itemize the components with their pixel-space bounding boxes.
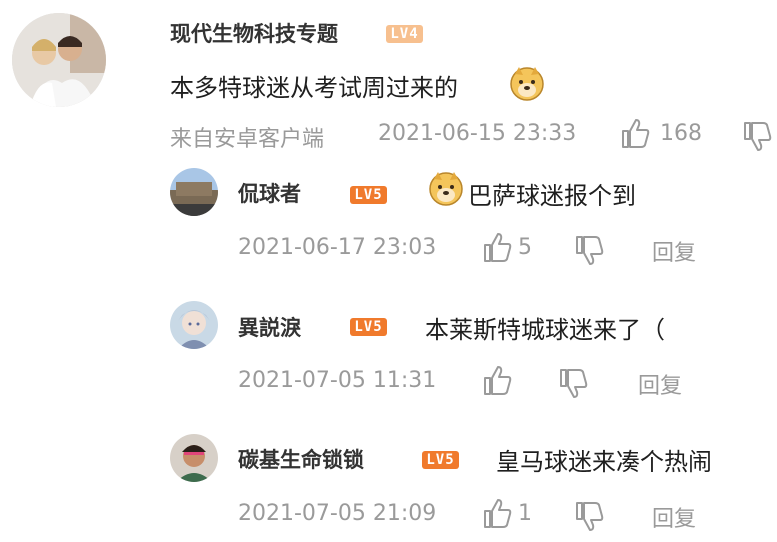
- thumbs-down-icon[interactable]: [572, 499, 606, 533]
- reply-text: 本莱斯特城球迷来了（: [425, 316, 665, 344]
- comment-text: 本多特球迷从考试周过来的: [170, 74, 458, 102]
- thumbs-down-icon[interactable]: [556, 366, 590, 400]
- level-badge: LV5: [350, 186, 387, 204]
- thumbs-down-icon[interactable]: [572, 233, 606, 267]
- timestamp: 2021-06-15 23:33: [378, 121, 577, 146]
- reply-text: 皇马球迷来凑个热闹: [496, 448, 712, 476]
- username[interactable]: 碳基生命锁锁: [238, 444, 364, 474]
- thumbs-up-icon[interactable]: [618, 117, 652, 151]
- thumbs-up-icon[interactable]: [480, 364, 514, 398]
- reply-button[interactable]: 回复: [638, 368, 682, 400]
- like-count: 1: [518, 501, 532, 526]
- level-badge: LV5: [422, 451, 459, 469]
- like-count: 5: [518, 235, 532, 260]
- timestamp: 2021-07-05 21:09: [238, 501, 437, 526]
- username[interactable]: 侃球者: [238, 178, 301, 208]
- avatar[interactable]: [12, 13, 106, 107]
- thumbs-down-icon[interactable]: [740, 119, 774, 153]
- username[interactable]: 異説淚: [238, 312, 301, 342]
- reply-text: 巴萨球迷报个到: [468, 182, 636, 210]
- avatar[interactable]: [170, 301, 218, 349]
- thumbs-up-icon[interactable]: [480, 497, 514, 531]
- doge-emoji-icon: [509, 65, 545, 101]
- avatar[interactable]: [170, 168, 218, 216]
- reply-button[interactable]: 回复: [652, 501, 696, 533]
- avatar[interactable]: [170, 434, 218, 482]
- level-badge: LV4: [386, 25, 423, 43]
- reply-button[interactable]: 回复: [652, 235, 696, 267]
- timestamp: 2021-06-17 23:03: [238, 235, 437, 260]
- like-count: 168: [660, 121, 702, 146]
- thumbs-up-icon[interactable]: [480, 231, 514, 265]
- doge-emoji-icon: [428, 170, 464, 206]
- level-badge: LV5: [350, 318, 387, 336]
- comment-source: 来自安卓客户端: [170, 127, 325, 152]
- timestamp: 2021-07-05 11:31: [238, 368, 437, 393]
- username[interactable]: 现代生物科技专题: [170, 18, 338, 48]
